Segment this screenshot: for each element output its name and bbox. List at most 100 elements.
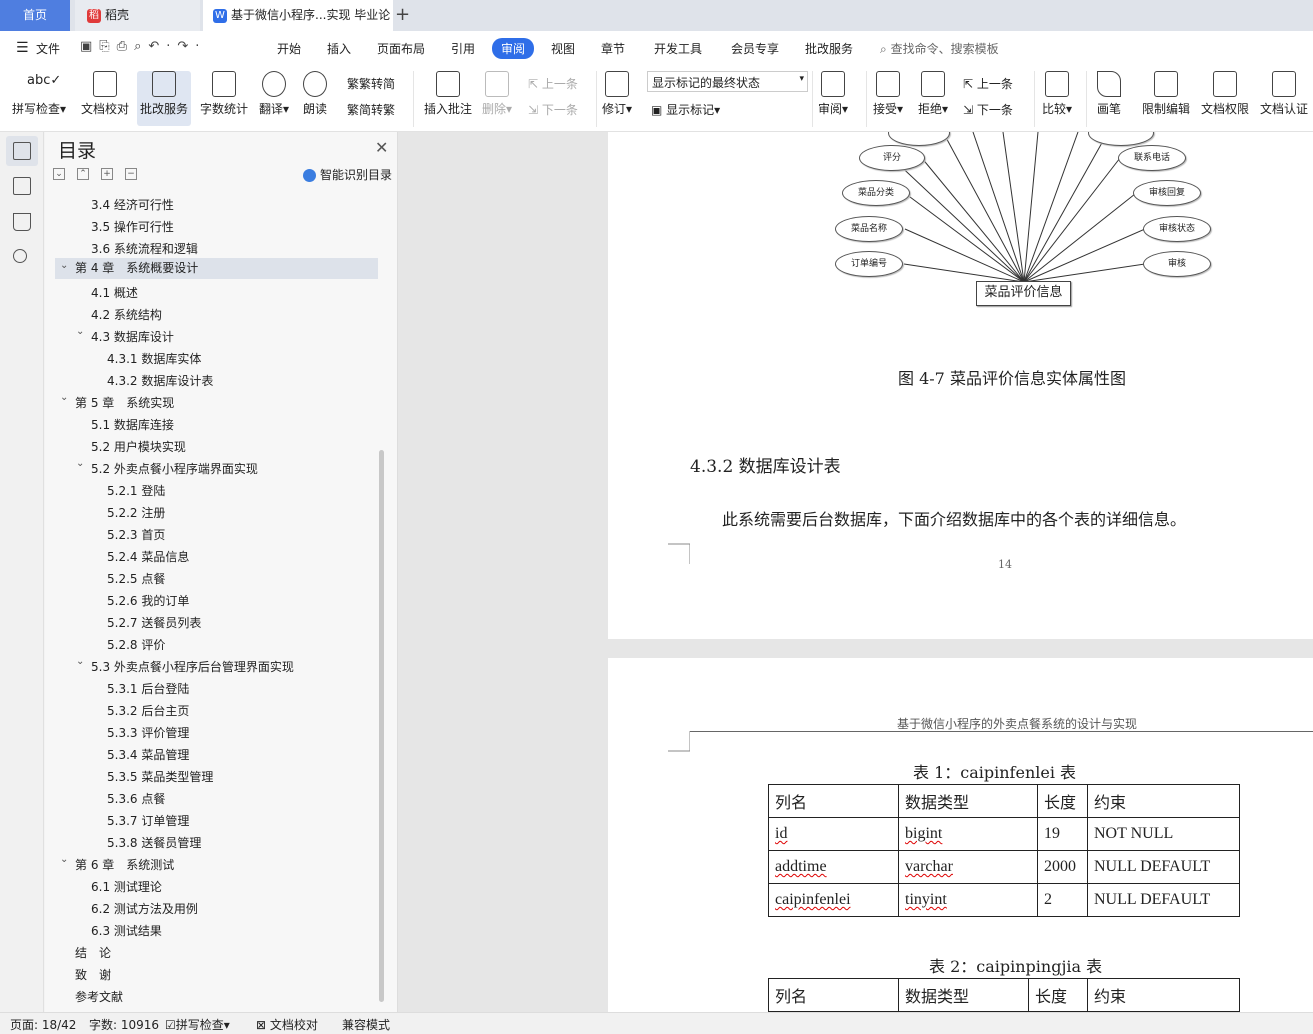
next-change-button[interactable]: ⇲ 下一条 <box>963 101 1013 118</box>
accept-button[interactable]: 接受▾ <box>873 71 903 117</box>
menu-insert[interactable]: 插入 <box>327 40 351 57</box>
page-indicator[interactable]: 页面: 18/42 <box>10 1016 76 1033</box>
review-pane-button[interactable]: 审阅▾ <box>818 71 848 117</box>
insert-comment-button[interactable]: 插入批注 <box>424 71 472 117</box>
to-traditional-button[interactable]: 繁繁转简 <box>347 75 395 92</box>
toc-item[interactable]: 5.3.8 送餐员管理 <box>107 834 201 851</box>
new-tab-icon[interactable]: + <box>395 4 410 25</box>
tab-home[interactable]: 首页 <box>0 0 70 31</box>
word-count-button[interactable]: 字数统计 <box>200 71 248 117</box>
toc-item[interactable]: 6.2 测试方法及用例 <box>91 900 198 917</box>
reject-button[interactable]: 拒绝▾ <box>918 71 948 117</box>
compare-button[interactable]: 比较▾ <box>1042 71 1072 117</box>
pen-button[interactable]: 画笔 <box>1097 71 1121 117</box>
toc-item[interactable]: 5.3.4 菜品管理 <box>107 746 189 763</box>
toc-item[interactable]: 6.3 测试结果 <box>91 922 162 939</box>
toc-item[interactable]: 3.5 操作可行性 <box>91 218 174 235</box>
expand-down-icon[interactable]: ⌄ <box>53 168 65 180</box>
chevron-down-icon[interactable]: ⌄ <box>60 854 68 865</box>
toc-item[interactable]: 5.2 外卖点餐小程序端界面实现 <box>91 460 258 477</box>
toc-item[interactable]: 4.2 系统结构 <box>91 306 162 323</box>
correction-service-button[interactable]: 批改服务 <box>137 71 192 126</box>
translate-button[interactable]: 翻译▾ <box>259 71 289 117</box>
next-comment-button[interactable]: ⇲ 下一条 <box>528 101 578 118</box>
toc-item[interactable]: 5.3.2 后台主页 <box>107 702 189 719</box>
prev-change-button[interactable]: ⇱ 上一条 <box>963 75 1013 92</box>
restrict-edit-button[interactable]: 限制编辑 <box>1142 71 1190 117</box>
to-simplified-button[interactable]: 繁简转繁 <box>347 101 395 118</box>
toc-item[interactable]: 5.3.7 订单管理 <box>107 812 189 829</box>
toc-item[interactable]: 4.1 概述 <box>91 284 138 301</box>
menu-chapter[interactable]: 章节 <box>601 40 625 57</box>
toc-item[interactable]: 5.2.1 登陆 <box>107 482 165 499</box>
search-icon[interactable] <box>13 249 27 263</box>
toc-item[interactable]: 5.2.7 送餐员列表 <box>107 614 201 631</box>
collapse-up-icon[interactable]: ⌃ <box>77 168 89 180</box>
toc-item[interactable]: 4.3 数据库设计 <box>91 328 174 345</box>
tab-daoke[interactable]: 稻稻壳 <box>75 0 200 31</box>
document-rights-button[interactable]: 文档权限 <box>1201 71 1249 117</box>
toc-item[interactable]: 5.2.3 首页 <box>107 526 165 543</box>
chevron-down-icon[interactable]: ⌄ <box>76 656 84 667</box>
toc-item[interactable]: 第 5 章 系统实现 <box>75 394 174 411</box>
track-changes-button[interactable]: 修订▾ <box>602 71 632 117</box>
prev-comment-button[interactable]: ⇱ 上一条 <box>528 75 578 92</box>
proof-status[interactable]: ⊠ 文档校对 <box>256 1016 318 1033</box>
toc-item[interactable]: 4.3.1 数据库实体 <box>107 350 201 367</box>
word-count[interactable]: 字数: 10916 <box>89 1016 159 1033</box>
toc-item[interactable]: 5.2.6 我的订单 <box>107 592 189 609</box>
markup-state-select[interactable]: 显示标记的最终状态 ▾ <box>647 71 808 92</box>
toc-item[interactable]: 5.2.8 评价 <box>107 636 165 653</box>
toc-item[interactable]: 4.3.2 数据库设计表 <box>107 372 213 389</box>
chevron-down-icon[interactable]: ⌄ <box>76 326 84 337</box>
toc-item[interactable]: 5.3.6 点餐 <box>107 790 165 807</box>
toc-item[interactable]: 5.3 外卖点餐小程序后台管理界面实现 <box>91 658 294 675</box>
toc-item[interactable]: 6.1 测试理论 <box>91 878 162 895</box>
toc-item[interactable]: 5.3.5 菜品类型管理 <box>107 768 213 785</box>
close-icon[interactable]: ✕ <box>375 138 388 157</box>
menu-correction[interactable]: 批改服务 <box>805 40 853 57</box>
toc-item[interactable]: 致 谢 <box>75 966 111 983</box>
document-certify-button[interactable]: 文档认证 <box>1260 71 1308 117</box>
spell-check-status[interactable]: ☑拼写检查▾ <box>165 1016 230 1033</box>
menu-member[interactable]: 会员专享 <box>731 40 779 57</box>
menu-layout[interactable]: 页面布局 <box>377 40 425 57</box>
toc-item[interactable]: 5.3.3 评价管理 <box>107 724 189 741</box>
smart-toc-button[interactable]: 智能识别目录 <box>303 166 392 183</box>
toc-item[interactable]: 3.4 经济可行性 <box>91 196 174 213</box>
tab-document[interactable]: W 基于微信小程序...实现 毕业论 <box>203 0 393 31</box>
proofread-button[interactable]: 文档校对 <box>81 71 129 117</box>
menu-review[interactable]: 审阅 <box>492 38 535 59</box>
toc-item[interactable]: 参考文献 <box>75 988 123 1005</box>
chevron-down-icon[interactable]: ⌄ <box>60 260 68 271</box>
toc-scrollbar[interactable] <box>379 450 384 1002</box>
menu-start[interactable]: 开始 <box>277 40 301 57</box>
toc-icon[interactable] <box>13 142 31 160</box>
bookmark-icon[interactable] <box>13 213 31 231</box>
quick-access-icons[interactable]: ▣⎘⎙⌕↶·↷· <box>80 39 206 54</box>
spell-check-button[interactable]: abc✓ 拼写检查▾ <box>12 71 66 117</box>
toc-item[interactable]: 5.2.2 注册 <box>107 504 165 521</box>
show-markup-button[interactable]: ▣ 显示标记▾ <box>651 101 720 118</box>
toc-item[interactable]: 5.2 用户模块实现 <box>91 438 186 455</box>
expand-all-icon[interactable]: + <box>101 168 113 180</box>
toc-item[interactable]: 结 论 <box>75 944 111 961</box>
toc-item[interactable]: 5.2.5 点餐 <box>107 570 165 587</box>
toc-item[interactable]: 第 6 章 系统测试 <box>75 856 174 873</box>
chevron-down-icon[interactable]: ⌄ <box>76 458 84 469</box>
collapse-all-icon[interactable]: − <box>125 168 137 180</box>
toc-item[interactable]: 5.1 数据库连接 <box>91 416 174 433</box>
menu-view[interactable]: 视图 <box>551 40 575 57</box>
chevron-down-icon[interactable]: ⌄ <box>60 392 68 403</box>
delete-comment-button[interactable]: 删除▾ <box>482 71 512 117</box>
menu-file[interactable]: 文件 <box>36 40 60 57</box>
toc-item[interactable]: 3.6 系统流程和逻辑 <box>91 240 198 257</box>
outline-icon[interactable] <box>13 177 31 195</box>
menu-reference[interactable]: 引用 <box>451 40 475 57</box>
hamburger-icon[interactable]: ☰ <box>16 40 29 56</box>
menu-devtools[interactable]: 开发工具 <box>654 40 702 57</box>
toc-item[interactable]: 5.3.1 后台登陆 <box>107 680 189 697</box>
toc-item[interactable]: 5.2.4 菜品信息 <box>107 548 189 565</box>
search-command[interactable]: ⌕ 查找命令、搜索模板 <box>880 40 999 57</box>
read-aloud-button[interactable]: 朗读 <box>303 71 327 117</box>
